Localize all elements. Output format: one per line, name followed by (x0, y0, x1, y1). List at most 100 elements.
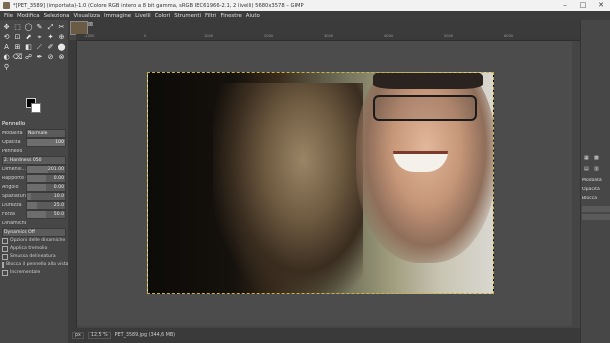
checkbox-label: Incrementale (10, 270, 41, 275)
param-label: Forza (2, 211, 15, 217)
image-layer[interactable] (147, 72, 494, 294)
color-picker-tool-icon[interactable]: ⌖ (34, 32, 45, 42)
option-checkbox[interactable]: Opzioni delle dinamiche (2, 237, 66, 244)
param-value: 25.0 (53, 202, 64, 208)
background-color-swatch[interactable] (31, 103, 41, 113)
mode-row: Modalità Normale (2, 128, 66, 138)
checkbox-box[interactable] (2, 245, 8, 252)
bucket-fill-tool-icon[interactable]: ◧ (23, 42, 34, 52)
scissors-tool-icon[interactable]: ✂ (56, 22, 67, 32)
layer-row-1[interactable] (582, 206, 610, 212)
mode-select[interactable]: Normale (26, 128, 66, 138)
option-checkbox[interactable]: Incrementale (2, 269, 66, 276)
crop-tool-icon[interactable]: ⊡ (12, 32, 23, 42)
ellipse-select-tool-icon[interactable]: ◯ (23, 22, 34, 32)
align-tool-icon[interactable]: ⊞ (12, 42, 23, 52)
menu-colori[interactable]: Colori (155, 13, 171, 19)
menu-livelli[interactable]: Livelli (135, 13, 151, 19)
image-tab-strip: ⊠ (68, 20, 580, 35)
menu-filtri[interactable]: Filtri (205, 13, 217, 19)
menu-seleziona[interactable]: Seleziona (44, 13, 70, 19)
param-fill (27, 201, 37, 209)
option-checkbox[interactable]: Smussa delineatura (2, 253, 66, 260)
checkbox-box[interactable] (2, 237, 8, 244)
gradient-tool-icon[interactable]: ⟋ (34, 42, 45, 52)
checkbox-box[interactable] (2, 261, 4, 268)
menu-aiuto[interactable]: Aiuto (246, 13, 260, 19)
param-slider[interactable]: 50.0 (26, 209, 66, 219)
rotate-tool-icon[interactable]: ⟲ (1, 32, 12, 42)
maximize-button[interactable]: □ (574, 0, 592, 11)
document-icon[interactable]: ▥ (594, 166, 599, 172)
ruler-tick-label: 3000 (324, 34, 334, 38)
heal-tool-icon[interactable]: ⊗ (56, 52, 67, 62)
menu-bar: File Modifica Seleziona Visualizza Immag… (0, 11, 610, 20)
layer-row-2[interactable] (582, 214, 610, 220)
param-value: 10.0 (53, 193, 64, 199)
brush-params: Dimensi...201.00Rapporto di...0.00Angolo… (0, 164, 68, 219)
pencil-tool-icon[interactable]: ✐ (45, 42, 56, 52)
layer-mode-label: Modalità (582, 178, 602, 183)
text-tool-icon[interactable]: A (1, 42, 12, 52)
face-hair (373, 73, 483, 89)
smudge-tool-icon[interactable]: ⊘ (45, 52, 56, 62)
tool-options-title: Pennello (2, 121, 26, 127)
cat-photo (213, 83, 363, 293)
title-bar: *[PET_3589] (importata)-1.0 (Colore RGB … (0, 0, 610, 11)
move-tool-icon[interactable]: ✥ (1, 22, 12, 32)
layer-lock-label: Blocca (582, 196, 598, 201)
checkbox-box[interactable] (2, 253, 8, 260)
param-row: Rapporto di... 0.00 (2, 173, 66, 183)
color-swatches[interactable] (26, 98, 41, 113)
eraser-tool-icon[interactable]: ⌫ (12, 52, 23, 62)
minimize-button[interactable]: – (556, 0, 574, 11)
paintbrush-tool-icon[interactable]: ⬤ (56, 42, 67, 52)
zoom-tool-icon[interactable]: ⊕ (56, 32, 67, 42)
menu-immagine[interactable]: Immagine (104, 13, 131, 19)
option-checkbox[interactable]: Blocca il pennello alla vista (2, 261, 68, 268)
option-checkbox[interactable]: Applica tremolio (2, 245, 66, 252)
ruler-tick-label: 1000 (204, 34, 214, 38)
measure-tool-icon[interactable]: ⚲ (1, 62, 12, 72)
ruler-tick-label: -1000 (84, 34, 95, 38)
fuzzy-select-tool-icon[interactable]: ✦ (45, 32, 56, 42)
clone-tool-icon[interactable]: ☍ (23, 52, 34, 62)
brush-label: Pennello (2, 148, 23, 154)
param-slider[interactable]: 201.00 (26, 164, 66, 174)
menu-visualizza[interactable]: Visualizza (73, 13, 100, 19)
brush-icon[interactable]: ▦ (584, 155, 589, 161)
param-slider[interactable]: 10.0 (26, 191, 66, 201)
window-title: *[PET_3589] (importata)-1.0 (Colore RGB … (13, 2, 304, 9)
unit-select[interactable]: px (72, 332, 84, 339)
opacity-slider[interactable]: 100 (26, 137, 66, 147)
menu-strumenti[interactable]: Strumenti (174, 13, 201, 19)
rect-select-tool-icon[interactable]: ⬚ (12, 22, 23, 32)
pattern-icon[interactable]: ▩ (594, 155, 599, 161)
menu-modifica[interactable]: Modifica (17, 13, 40, 19)
param-slider[interactable]: 0.00 (26, 182, 66, 192)
scale-tool-icon[interactable]: ⤢ (45, 22, 56, 32)
ink-tool-icon[interactable]: ✒ (34, 52, 45, 62)
warp-tool-icon[interactable]: ⬈ (23, 32, 34, 42)
close-button[interactable]: ✕ (592, 0, 610, 11)
checkbox-box[interactable] (2, 269, 8, 276)
menu-finestre[interactable]: Finestre (220, 13, 241, 19)
canvas-area[interactable] (77, 41, 572, 326)
free-select-tool-icon[interactable]: ✎ (34, 22, 45, 32)
menu-file[interactable]: File (4, 13, 13, 19)
status-bar: px 12,5 % PET_3589.jpg (344,6 MB) (68, 328, 580, 343)
dynamics-select[interactable]: Dynamics Off (2, 227, 66, 237)
dodge-burn-tool-icon[interactable]: ◐ (1, 52, 12, 62)
image-tab-thumbnail[interactable] (70, 21, 88, 35)
dynamics-label: Dinamiche (2, 220, 26, 226)
zoom-select[interactable]: 12,5 % (87, 332, 111, 339)
param-label: Angolo (2, 184, 19, 190)
close-icon[interactable]: ⊠ (88, 21, 93, 28)
font-icon[interactable]: ▤ (584, 166, 589, 172)
ruler-tick-label: 4000 (384, 34, 394, 38)
tool-options-panel: Pennello Modalità Normale Opacità 100 Pe… (0, 120, 68, 277)
param-slider[interactable]: 25.0 (26, 200, 66, 210)
brush-select[interactable]: 2. Hardness 050 (2, 155, 66, 165)
layer-opacity-label: Opacità (582, 187, 600, 192)
param-slider[interactable]: 0.00 (26, 173, 66, 183)
